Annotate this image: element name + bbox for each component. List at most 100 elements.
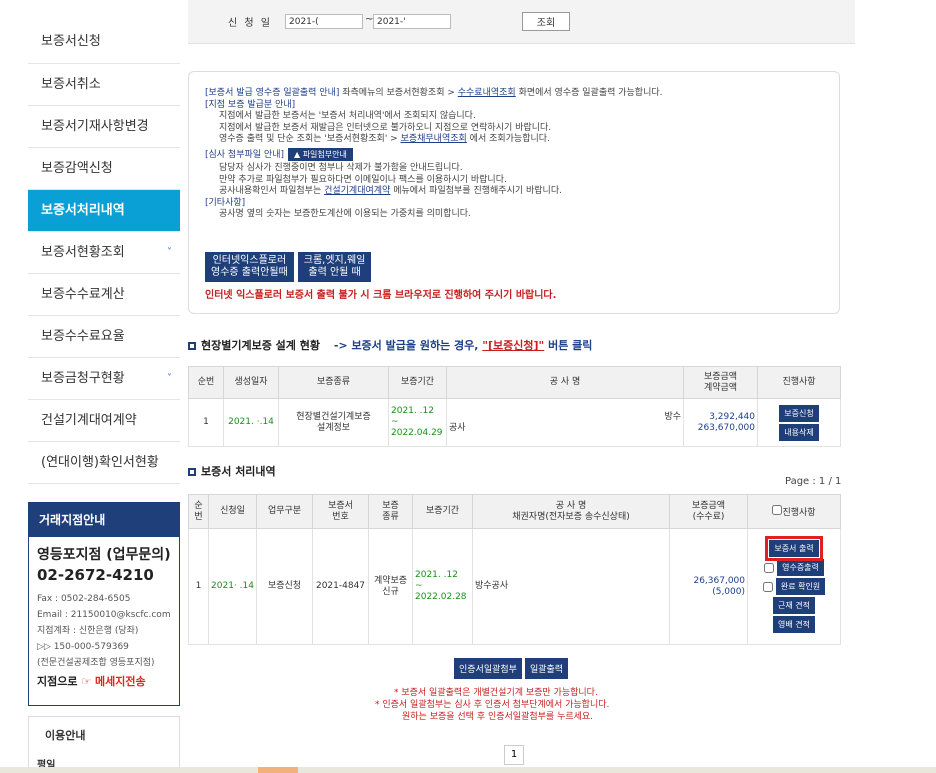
fee-history-link[interactable]: 수수료내역조회 — [458, 88, 516, 98]
sidebar-item-label: 보증금청구현황 — [41, 371, 125, 386]
col-header-project: 공 사 명 채권자명(전자보증 송수신상태) — [472, 494, 670, 529]
confirm-checkbox[interactable] — [762, 581, 773, 592]
date-to-input[interactable] — [373, 14, 451, 29]
bulk-attach-button[interactable]: 인증서일괄첨부 — [454, 658, 522, 679]
fee-amount: (5,000) — [712, 586, 745, 597]
col-header-biz: 업무구분 — [256, 494, 313, 529]
chrome-help-line1: 크롬,엣지,웨일 — [303, 255, 366, 266]
table-row: 1 2021· .14 보증신청 2021-4847 계약보증 신규 2021.… — [188, 528, 841, 645]
sidebar-item-confirmation[interactable]: (연대이행)확인서현황 — [28, 442, 180, 484]
col-header-no: 순번 — [188, 366, 224, 399]
search-panel: 신 청 일 ~ 조회 — [188, 0, 855, 44]
sidebar-item-label: 건설기계대여계약 — [41, 413, 137, 428]
bottom-scroll-bar — [0, 767, 936, 773]
ie-help-line1: 인터넷익스플로러 — [212, 255, 287, 266]
scroll-indicator — [258, 767, 298, 773]
sidebar-item-history[interactable]: 보증서처리내역 — [28, 190, 180, 232]
print-certificate-button[interactable]: 보증서 출력 — [765, 536, 823, 561]
period-tilde: ~ — [391, 417, 399, 427]
sidebar-item-change[interactable]: 보증서기재사항변경 — [28, 106, 180, 148]
sidebar-item-guarantee-cancel[interactable]: 보증서취소 — [28, 64, 180, 106]
period-start: 2021. .12 — [391, 406, 434, 416]
row-amount: 3,292,440 263,670,000 — [683, 398, 758, 447]
processing-table: 순 번 신청일 업무구분 보증서 번호 보증 종류 보증기간 공 사 명 채권자… — [188, 494, 841, 645]
notice-branch-line3-tail: 에서 조회가능합니다. — [466, 134, 550, 144]
site-design-table: 순번 생성일자 보증종류 보증기간 공 사 명 보증금액 계약금액 진행사항 1… — [188, 366, 841, 447]
row-no: 1 — [188, 398, 224, 447]
notice-receipt-tail: 화면에서 영수증 일괄출력 가능합니다. — [515, 88, 663, 98]
guarantee-apply-link[interactable]: "[보증신청]" — [482, 339, 544, 352]
branch-title: 영등포지점 (업무문의) — [37, 547, 171, 563]
col-header-status: 진행사항 — [747, 494, 841, 529]
notice-branch-line1: 지점에서 발급한 보증서는 '보증서 처리내역'에서 조회되지 않습니다. — [219, 111, 476, 121]
bulk-print-button[interactable]: 일괄출력 — [524, 658, 569, 679]
notice-branch-line2: 지점에서 발급한 보증서 재발급은 인터넷으로 불가하오니 지점으로 연락하시기… — [219, 122, 552, 133]
chrome-print-help-button[interactable]: 크롬,엣지,웨일 출력 안될 때 — [297, 252, 372, 282]
period-start: 2021. .12 — [415, 570, 458, 580]
period-tilde: ~ — [415, 581, 423, 591]
bulk-note-3: 원하는 보증을 선택 후 인증서일괄첨부를 누르세요. — [402, 712, 594, 722]
sidebar-item-label: (연대이행)확인서현황 — [41, 455, 159, 470]
row-type: 현장별건설기계보증 설계정보 — [278, 398, 389, 447]
row-biz: 보증신청 — [256, 528, 313, 645]
branch-fax: Fax : 0502-284-6505 — [37, 594, 131, 604]
sidebar-item-rental-contract[interactable]: 건설기계대여계약 — [28, 400, 180, 442]
row-kind: 계약보증 신규 — [368, 528, 413, 645]
search-button[interactable]: 조회 — [522, 12, 570, 31]
page-number-button[interactable]: 1 — [504, 745, 524, 765]
notice-attach-line3-tail: 메뉴에서 파일첨부를 진행해주시기 바랍니다. — [390, 186, 562, 196]
branch-union: (전문건설공제조합 영등포지점) — [37, 658, 155, 668]
contract-amount: 263,670,000 — [697, 422, 755, 433]
square-bullet-icon — [188, 342, 196, 350]
period-end: 2022.04.29 — [391, 428, 443, 438]
sidebar-item-fee-calc[interactable]: 보증수수료계산 — [28, 274, 180, 316]
guarantee-apply-button[interactable]: 보증신청 — [779, 404, 819, 422]
notice-attach-line2: 만약 추가로 파일첨부가 필요하다면 이메일이나 팩스를 이용하시기 바랍니다. — [219, 174, 507, 185]
rental-contract-link[interactable]: 건설기계대여계약 — [324, 186, 390, 196]
debt-history-link[interactable]: 보증채무내역조회 — [401, 134, 467, 144]
sidebar-item-status[interactable]: 보증서현황조회 ˅ — [28, 232, 180, 274]
section-processing-title: 보증서 처리내역 — [188, 463, 276, 479]
estimate-2-button[interactable]: 영배 견적 — [773, 616, 815, 633]
completion-confirm-button[interactable]: 완료 확인원 — [775, 578, 826, 595]
row-actions: 보증신청 내용삭제 — [757, 398, 841, 447]
col-header-status: 진행사항 — [757, 366, 841, 399]
delete-content-button[interactable]: 내용삭제 — [779, 423, 819, 441]
sidebar-item-guarantee-apply[interactable]: 보증서신청 — [28, 10, 180, 64]
col-header-period: 보증기간 — [388, 366, 447, 399]
notice-attach-line3-pre: 공사내용확인서 파일첨부는 — [219, 186, 325, 196]
notice-etc-line1: 공사명 옆의 숫자는 보증한도계산에 이용되는 가중치를 의미합니다. — [219, 209, 471, 219]
processing-title-text: 보증서 처리내역 — [201, 465, 276, 478]
notice-attach-head-text: [심사 첨부파일 안내] — [205, 149, 284, 160]
notice-receipt-mid: 좌측메뉴의 보증서현황조회 > — [339, 88, 458, 98]
sidebar-item-label: 보증서취소 — [41, 77, 101, 92]
sidebar-item-reduction[interactable]: 보증감액신청 — [28, 148, 180, 190]
sidebar-item-label: 보증수수료계산 — [41, 287, 125, 302]
receipt-checkbox[interactable] — [764, 562, 775, 573]
col-header-no: 순 번 — [188, 494, 209, 529]
print-receipt-button[interactable]: 영수증출력 — [777, 559, 824, 576]
select-all-checkbox[interactable] — [772, 504, 783, 515]
status-header-text: 진행사항 — [782, 507, 816, 518]
estimate-1-button[interactable]: 근재 견적 — [773, 597, 815, 614]
ie-receipt-help-button[interactable]: 인터넷익스플로러 영수증 출력안될때 — [205, 252, 294, 282]
sidebar-item-claims[interactable]: 보증금청구현황 ˅ — [28, 358, 180, 400]
branch-email: Email : 21150010@kscfc.com — [37, 610, 171, 620]
col-header-amount: 보증금액 계약금액 — [683, 366, 758, 399]
row-amount: 26,367,000 (5,000) — [669, 528, 748, 645]
col-header-cert-no: 보증서 번호 — [312, 494, 369, 529]
browser-warning: 인터넷 익스플로러 보증서 출력 불가 시 크롬 브라우저로 진행하여 주시기 … — [205, 290, 557, 301]
row-cert-no: 2021-4847 — [312, 528, 369, 645]
sidebar-item-fee-rate[interactable]: 보증수수료요율 — [28, 316, 180, 358]
date-from-input[interactable] — [285, 14, 363, 29]
branch-send-message: 지점으로 ☞ 메세지전송 — [37, 673, 173, 689]
file-attach-guide-button[interactable]: ▲ 파일첨부안내 — [288, 147, 353, 161]
notice-branch-line3: 영수증 출력 및 단순 조회는 '보증서현황조회' > 보증채무내역조회 에서 … — [205, 134, 839, 146]
col-header-kind: 보증 종류 — [368, 494, 413, 529]
notice-etc-head: [기타사항] — [205, 197, 246, 208]
send-message-link[interactable]: ☞ 메세지전송 — [81, 675, 145, 688]
guarantee-amount: 26,367,000 — [693, 575, 745, 586]
chrome-help-line2: 출력 안될 때 — [308, 267, 361, 278]
row-period: 2021. .12 ~2022.04.29 — [388, 398, 447, 447]
notice-box: [보증서 발급 영수증 일괄출력 안내] 좌측메뉴의 보증서현황조회 > 수수료… — [188, 71, 840, 314]
